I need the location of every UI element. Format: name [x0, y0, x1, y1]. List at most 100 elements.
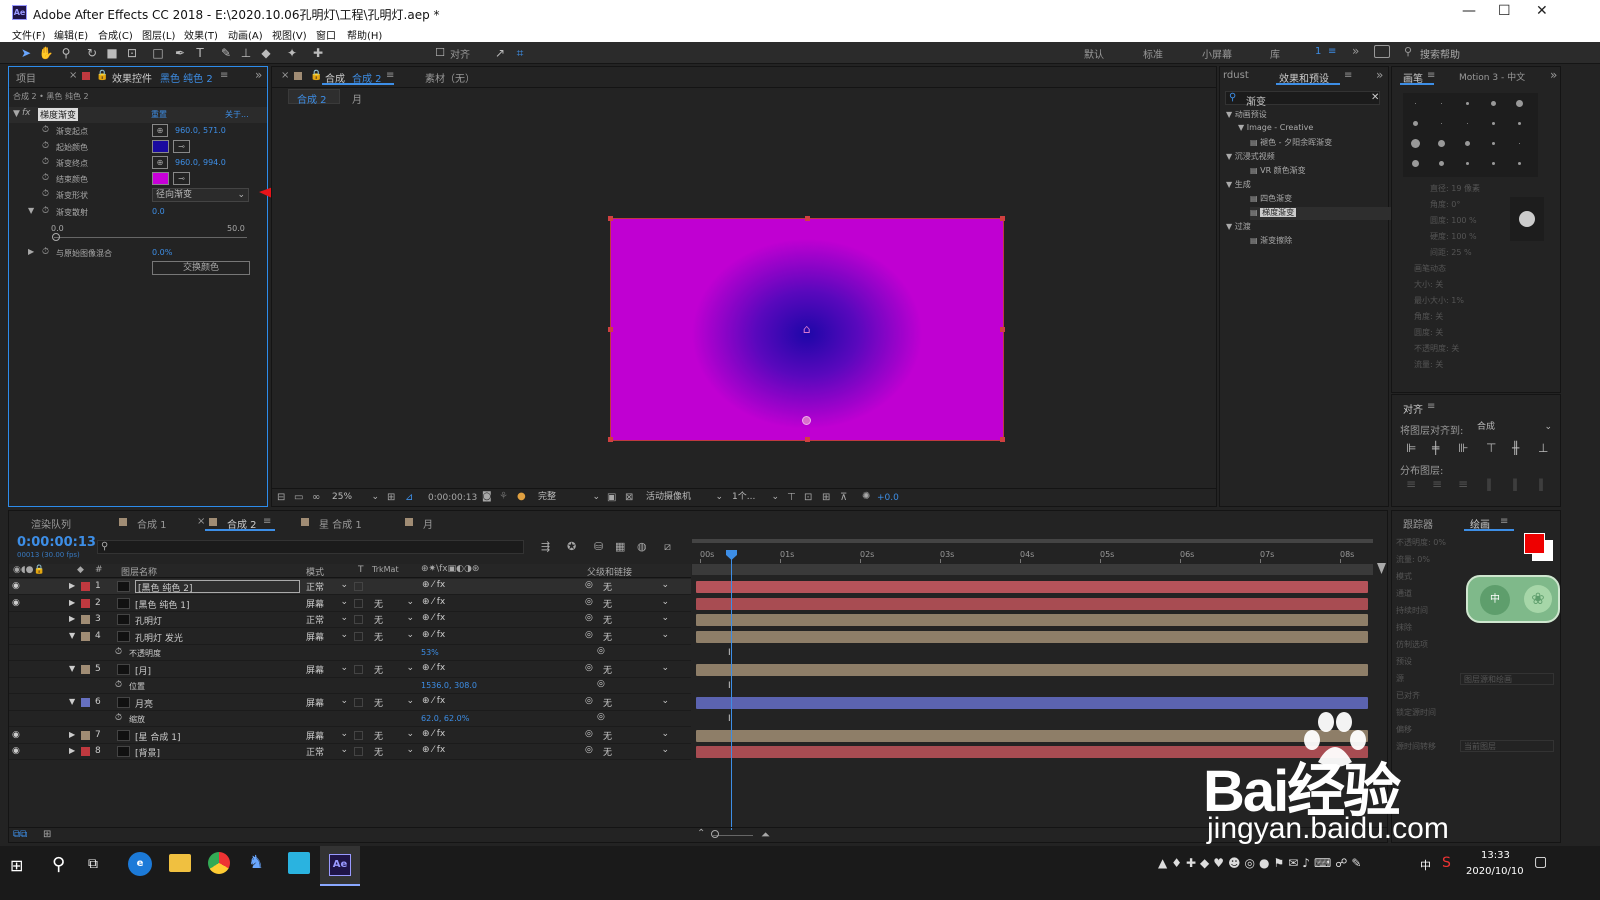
prop-value[interactable]: 960.0, 994.0 [175, 158, 226, 167]
motion-blur-icon[interactable]: ◍ [637, 540, 647, 553]
brush-tip[interactable] [1437, 139, 1445, 147]
search-help-input[interactable]: 搜索帮助 [1420, 46, 1460, 61]
photo-app-icon[interactable] [288, 852, 310, 874]
layer-search-input[interactable]: ⚲ [97, 540, 524, 554]
panel-menu-icon[interactable]: ≡ [1427, 70, 1435, 81]
prop-value[interactable]: 0.0 [152, 207, 165, 216]
work-area-bar[interactable] [692, 539, 1373, 543]
layer-handle[interactable] [1000, 437, 1005, 442]
safe-area-icon[interactable]: ⊞ [387, 492, 395, 503]
distribute-left-icon[interactable]: ‖ [1486, 477, 1492, 491]
layer-handle[interactable] [608, 327, 613, 332]
gradient-end-point-icon[interactable] [802, 416, 811, 425]
always-preview-icon[interactable]: ⊟ [277, 492, 285, 503]
toggle-pixel-icon[interactable]: ⊤ [787, 492, 796, 503]
menu-edit[interactable]: 编辑(E) [54, 27, 88, 42]
search-icon[interactable]: ⚲ [52, 854, 65, 875]
task-view-icon[interactable]: ⧉ [88, 856, 98, 872]
brush-tip[interactable] [1412, 120, 1418, 126]
reset-link[interactable]: 重置 [151, 109, 167, 120]
swap-colors-button[interactable]: 交换颜色 [152, 261, 250, 275]
lock-icon[interactable]: 🔒 [310, 70, 322, 81]
reset-exposure-icon[interactable]: ✺ [862, 491, 870, 502]
eyedropper-icon[interactable]: ⊸ [173, 172, 190, 185]
effect-item[interactable]: ▤ VR 颜色渐变 [1250, 165, 1306, 178]
zoom-select[interactable]: 25% ⌄ [329, 491, 379, 505]
workspace-library[interactable]: 库 [1270, 46, 1280, 61]
brush-tip[interactable] [1411, 159, 1419, 167]
layer-switches-icon[interactable]: ⧉⧉ [13, 829, 27, 840]
panel-menu-icon[interactable]: ≡ [1427, 401, 1435, 412]
pan-behind-tool-icon[interactable]: ⊡ [124, 45, 140, 61]
prop-value[interactable]: 960.0, 571.0 [175, 126, 226, 135]
tab-comp1[interactable]: 合成 1 [137, 516, 167, 531]
composition-canvas[interactable]: ⌂ [608, 216, 1005, 442]
start-icon[interactable]: ⊞ [10, 856, 23, 875]
workspace-small-screen[interactable]: 小屏幕 [1202, 46, 1232, 61]
anchor-point-icon[interactable]: ⌂ [801, 322, 812, 336]
align-vcenter-icon[interactable]: ╫ [1512, 441, 1519, 455]
brush-tip[interactable] [1491, 141, 1495, 145]
layer-duration-bar[interactable] [696, 630, 1368, 643]
system-tray-icons[interactable]: ▲♦✚◆♥☻◎●⚑✉♪⌨☍✎ [1158, 856, 1365, 870]
brush-tip[interactable] [1517, 161, 1521, 165]
distribute-vcenter-icon[interactable]: ≡ [1432, 477, 1442, 491]
effect-folder[interactable]: ▼ Image - Creative [1238, 123, 1313, 136]
exposure-value[interactable]: +0.0 [877, 493, 899, 503]
layer-duration-bar[interactable] [696, 663, 1368, 676]
zoom-slider-track[interactable] [713, 835, 753, 836]
layer-handle[interactable] [1000, 327, 1005, 332]
tab-footage[interactable]: 素材（无） [425, 70, 475, 85]
show-snapshot-icon[interactable]: ⚘ [499, 491, 508, 502]
fast-preview-icon[interactable]: ⊡ [804, 492, 812, 503]
crosshair-icon[interactable]: ⊕ [152, 156, 168, 169]
browser-icon[interactable]: e [128, 852, 152, 876]
panel-menu-icon[interactable]: ≡ [1344, 70, 1352, 81]
expand-triangle-icon[interactable]: ▼ [13, 109, 20, 119]
brush-tip[interactable] [1438, 160, 1444, 166]
stopwatch-icon[interactable]: ⏱ [42, 206, 49, 216]
brush-tip[interactable] [1518, 142, 1520, 144]
layer-duration-bar[interactable] [696, 729, 1368, 742]
workspace-number[interactable]: 1 [1315, 46, 1321, 57]
panel-expand-icon[interactable]: » [255, 68, 262, 82]
brush-tip[interactable] [1414, 102, 1416, 104]
stopwatch-icon[interactable]: ⏱ [42, 141, 49, 151]
stopwatch-icon[interactable]: ⏱ [42, 189, 49, 199]
close-tab-icon[interactable]: × [281, 70, 289, 81]
transfer-controls-icon[interactable]: ⊞ [43, 829, 51, 840]
region-icon[interactable]: ⊿ [405, 492, 413, 503]
rotate-tool-icon[interactable]: ↻ [84, 45, 100, 61]
menu-file[interactable]: 文件(F) [12, 27, 46, 42]
panel-expand-icon[interactable]: » [1550, 68, 1557, 82]
brush-tip[interactable] [1464, 140, 1470, 146]
roi-icon[interactable]: ▣ [607, 492, 616, 503]
tab-motion3[interactable]: Motion 3 - 中文 [1459, 70, 1525, 83]
brush-tip[interactable] [1466, 122, 1468, 124]
menu-help[interactable]: 帮助(H) [347, 27, 382, 42]
graph-editor-icon[interactable]: ⧄ [664, 540, 671, 554]
chrome-icon[interactable] [208, 852, 230, 874]
tab-star-comp1[interactable]: 星 合成 1 [319, 516, 362, 531]
brush-tip[interactable] [1515, 99, 1523, 107]
zoom-tool-icon[interactable]: ⚲ [58, 45, 74, 61]
crosshair-icon[interactable]: ⊕ [152, 124, 168, 137]
workspace-default[interactable]: 默认 [1084, 46, 1104, 61]
brush-tip[interactable] [1440, 122, 1442, 124]
stopwatch-icon[interactable]: ⏱ [42, 173, 49, 183]
scatter-slider-handle[interactable] [52, 233, 60, 241]
align-to-select[interactable]: 合成 ⌄ [1474, 421, 1554, 435]
align-hcenter-icon[interactable]: ╪ [1432, 441, 1439, 455]
hand-tool-icon[interactable]: ✋ [38, 45, 54, 61]
erase-select[interactable]: 图层源和绘画 [1460, 673, 1554, 685]
eraser-tool-icon[interactable]: ◆ [258, 45, 274, 61]
workspace-overflow-icon[interactable]: » [1352, 44, 1359, 58]
close-tab-icon[interactable]: × [69, 70, 77, 81]
frame-blending-icon[interactable]: ▦ [615, 540, 625, 553]
notifications-icon[interactable]: ▢ [1534, 854, 1547, 870]
current-time-indicator[interactable] [731, 550, 732, 830]
start-color-swatch[interactable] [152, 140, 169, 153]
effects-search-input[interactable]: ⚲ 渐变 ✕ [1225, 91, 1380, 108]
foreground-color-swatch[interactable] [1524, 533, 1545, 554]
align-checkbox[interactable]: ☐ [432, 45, 448, 61]
